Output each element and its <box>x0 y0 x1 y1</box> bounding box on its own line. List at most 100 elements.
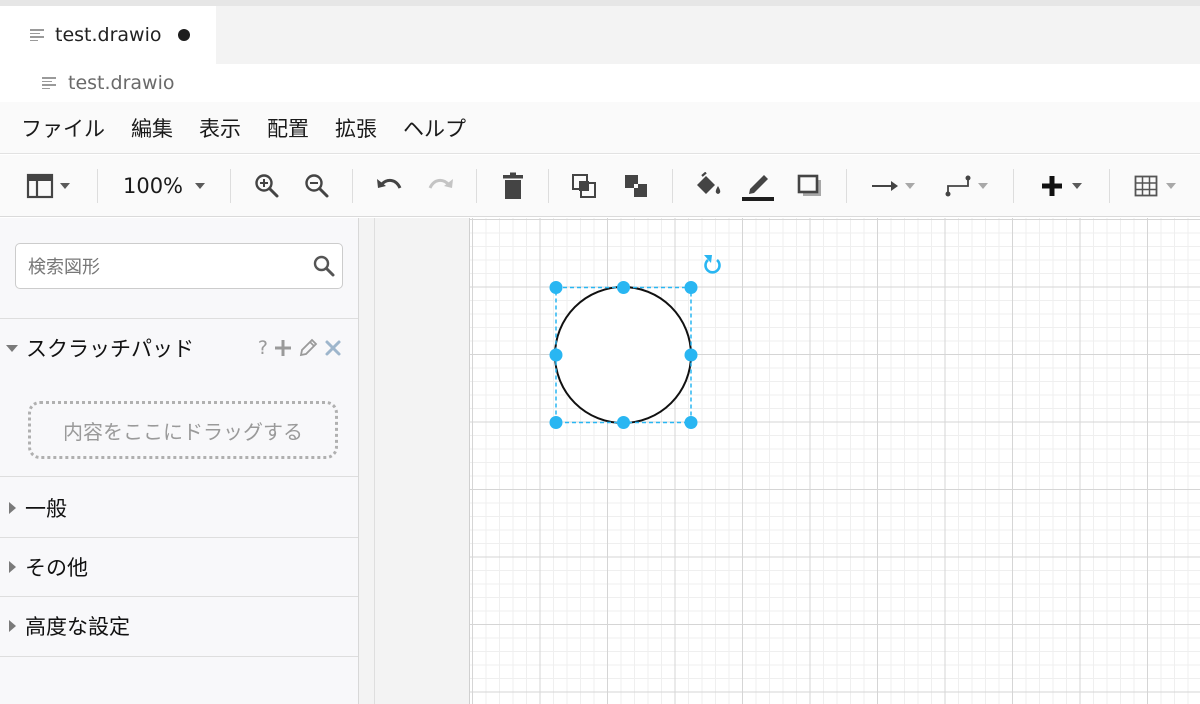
menu-file[interactable]: ファイル <box>21 113 105 143</box>
resize-handle-se[interactable] <box>684 416 698 429</box>
scratchpad-section: スクラッチパッド ? 内容をここにドラッグする <box>0 318 358 477</box>
section-misc: その他 <box>0 538 358 597</box>
resize-handle-nw[interactable] <box>549 281 563 294</box>
waypoints-icon <box>945 175 971 197</box>
tab-test-drawio[interactable]: test.drawio <box>0 6 216 64</box>
menu-help[interactable]: ヘルプ <box>403 113 466 143</box>
fill-color-icon <box>697 172 721 194</box>
toolbar-divider <box>97 169 98 203</box>
line-color-button[interactable] <box>738 155 778 217</box>
scratchpad-actions: ? <box>258 337 342 359</box>
zoom-in-icon <box>255 174 279 198</box>
waypoints-dropdown[interactable] <box>937 155 995 217</box>
chevron-down-icon <box>905 183 915 189</box>
gutter-divider <box>374 218 375 704</box>
drawing-canvas[interactable] <box>469 218 1200 704</box>
toolbar-divider <box>1013 169 1014 203</box>
zoom-dropdown[interactable]: 100% <box>112 155 216 217</box>
menu-view[interactable]: 表示 <box>199 113 241 143</box>
caret-right-icon <box>9 561 16 573</box>
editor-tab-bar: test.drawio <box>0 6 1200 64</box>
canvas-shapes <box>549 255 721 429</box>
toolbar-divider <box>476 169 477 203</box>
file-lines-icon <box>30 29 44 41</box>
caret-right-icon <box>9 620 16 632</box>
line-color-icon <box>742 175 774 201</box>
format-panel-icon <box>26 173 54 199</box>
table-icon <box>1134 175 1158 197</box>
close-icon[interactable] <box>324 339 342 357</box>
shapes-sidebar: スクラッチパッド ? 内容をここにドラッグする 一般 <box>0 218 359 704</box>
undo-button[interactable] <box>372 155 406 217</box>
tab-title: test.drawio <box>55 24 162 46</box>
breadcrumb-file[interactable]: test.drawio <box>68 72 175 94</box>
zoom-in-button[interactable] <box>250 155 284 217</box>
scratchpad-dropzone[interactable]: 内容をここにドラッグする <box>28 401 338 459</box>
toolbar-divider <box>548 169 549 203</box>
resize-handle-e[interactable] <box>684 348 698 362</box>
redo-icon <box>428 179 453 189</box>
menu-bar: ファイル 編集 表示 配置 拡張 ヘルプ <box>0 102 1200 154</box>
search-input[interactable] <box>26 252 310 282</box>
toolbar-divider <box>352 169 353 203</box>
search-box <box>15 243 343 289</box>
resize-handle-s[interactable] <box>617 416 630 429</box>
insert-plus-icon <box>1042 176 1062 196</box>
section-title-general: 一般 <box>25 497 67 521</box>
breadcrumb: test.drawio <box>0 64 1200 102</box>
toolbar: 100% <box>0 155 1200 217</box>
add-icon[interactable] <box>274 339 292 357</box>
zoom-out-icon <box>305 174 329 198</box>
toolbar-divider <box>846 169 847 203</box>
toolbar-divider <box>230 169 231 203</box>
chevron-down-icon <box>195 183 206 189</box>
connection-icon <box>872 181 898 191</box>
table-dropdown[interactable] <box>1124 155 1186 217</box>
section-header-misc[interactable]: その他 <box>0 538 358 596</box>
section-title-advanced: 高度な設定 <box>25 615 130 639</box>
chevron-down-icon <box>1072 183 1082 189</box>
dropzone-hint: 内容をここにドラッグする <box>63 419 303 444</box>
caret-down-icon <box>6 344 18 352</box>
resize-handle-w[interactable] <box>549 348 563 362</box>
shadow-icon <box>797 174 821 196</box>
undo-icon <box>377 179 402 189</box>
to-back-button[interactable] <box>619 155 653 217</box>
format-panel-button[interactable] <box>18 155 78 217</box>
fill-color-button[interactable] <box>690 155 726 217</box>
redo-button[interactable] <box>424 155 458 217</box>
resize-handle-n[interactable] <box>617 281 630 294</box>
canvas-gutter <box>359 218 469 704</box>
chevron-down-icon <box>1166 183 1176 189</box>
section-header-advanced[interactable]: 高度な設定 <box>0 597 358 655</box>
section-advanced: 高度な設定 <box>0 597 358 657</box>
toolbar-divider <box>1109 169 1110 203</box>
caret-right-icon <box>9 502 16 514</box>
chevron-down-icon <box>978 183 988 189</box>
shadow-button[interactable] <box>792 155 828 217</box>
rotate-handle-icon[interactable] <box>704 255 721 274</box>
delete-button[interactable] <box>496 155 530 217</box>
ellipse-shape[interactable] <box>554 286 692 424</box>
zoom-level: 100% <box>122 174 184 198</box>
file-lines-icon <box>42 77 56 89</box>
to-front-button[interactable] <box>567 155 601 217</box>
insert-dropdown[interactable] <box>1032 155 1090 217</box>
to-front-icon <box>572 174 596 198</box>
resize-handle-sw[interactable] <box>549 416 563 429</box>
pencil-edit-icon[interactable] <box>298 338 318 358</box>
section-header-general[interactable]: 一般 <box>0 479 358 537</box>
menu-extras[interactable]: 拡張 <box>335 113 377 143</box>
toolbar-divider <box>672 169 673 203</box>
menu-arrange[interactable]: 配置 <box>267 113 309 143</box>
zoom-out-button[interactable] <box>300 155 334 217</box>
help-icon[interactable]: ? <box>258 337 268 359</box>
connection-dropdown[interactable] <box>864 155 922 217</box>
menu-edit[interactable]: 編集 <box>131 113 173 143</box>
section-general: 一般 <box>0 479 358 538</box>
scratchpad-title: スクラッチパッド <box>26 337 194 361</box>
to-back-icon <box>625 175 647 197</box>
resize-handle-ne[interactable] <box>684 281 698 294</box>
search-icon[interactable] <box>312 254 336 282</box>
unsaved-dot-icon[interactable] <box>177 29 190 41</box>
